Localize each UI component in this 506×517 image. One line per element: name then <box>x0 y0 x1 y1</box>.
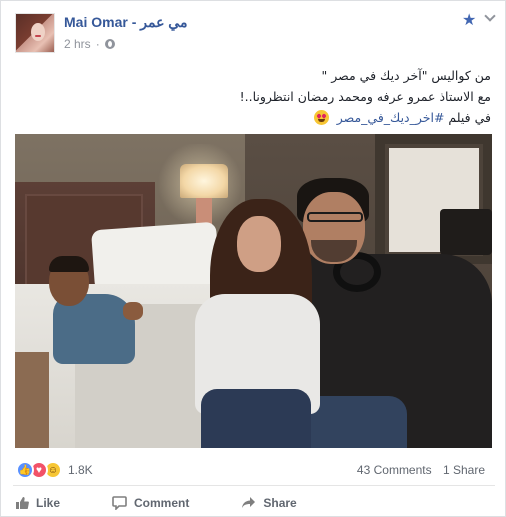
author-name[interactable]: Mai Omar - مي عمر <box>64 14 187 31</box>
photo-person-center-jeans <box>201 389 311 448</box>
post-text-line-3: في فيلم #اخر_ديك_في_مصر <box>21 107 491 128</box>
like-button[interactable]: Like <box>15 496 60 510</box>
chevron-down-icon[interactable] <box>484 10 496 22</box>
globe-icon[interactable] <box>104 39 115 49</box>
post-text-prefix: في فيلم <box>444 110 491 125</box>
star-icon[interactable]: ★ <box>462 10 476 30</box>
meta-separator: · <box>95 37 100 51</box>
author-avatar[interactable] <box>15 13 55 53</box>
reactions-summary[interactable]: 👍 ♥ ☺ 1.8K <box>16 461 93 479</box>
photo-person-left-hair <box>49 256 89 272</box>
photo-pillow <box>90 221 221 293</box>
photo-person-left-hand <box>123 302 143 320</box>
photo-lamp-base <box>196 198 212 224</box>
post-photo[interactable] <box>15 134 492 448</box>
comment-button-label: Comment <box>134 496 190 510</box>
post-text-line-1: من كواليس "آخر ديك في مصر " <box>321 68 491 83</box>
reaction-count[interactable]: 1.8K <box>68 463 93 477</box>
photo-person-right-glasses <box>307 212 363 222</box>
thumbs-up-icon <box>16 497 29 509</box>
share-button-label: Share <box>263 496 297 510</box>
actions-divider <box>13 485 495 486</box>
heart-eyes-emoji-icon <box>313 110 329 125</box>
comments-count-link[interactable]: 43 Comments <box>357 463 432 477</box>
post-card: Mai Omar - مي عمر 2 hrs · ★ من كواليس "آ… <box>0 0 506 517</box>
post-text: من كواليس "آخر ديك في مصر " مع الاستاذ ع… <box>21 65 491 128</box>
share-button[interactable]: Share <box>241 496 297 510</box>
avatar-lips <box>35 35 41 37</box>
post-meta: 2 hrs · <box>64 37 115 51</box>
hashtag-link[interactable]: #اخر_ديك_في_مصر <box>337 110 445 125</box>
avatar-face <box>31 23 45 41</box>
photo-nightstand <box>15 352 49 448</box>
like-reaction-icon: 👍 <box>16 461 34 479</box>
photo-lamp-shade <box>180 164 228 198</box>
comment-button[interactable]: Comment <box>112 496 189 510</box>
post-text-line-2: مع الاستاذ عمرو عرفه ومحمد رمضان انتظرون… <box>239 89 491 104</box>
post-timestamp[interactable]: 2 hrs <box>64 37 91 51</box>
photo-person-center-face <box>237 216 281 272</box>
photo-camera-equipment <box>440 209 492 255</box>
comment-icon <box>112 496 127 510</box>
like-button-label: Like <box>36 496 61 510</box>
shares-count-link[interactable]: 1 Share <box>443 463 485 477</box>
share-arrow-icon <box>242 497 256 508</box>
action-bar: Like Comment Share <box>15 492 495 514</box>
engagement-stats: 43 Comments 1 Share <box>349 463 485 477</box>
